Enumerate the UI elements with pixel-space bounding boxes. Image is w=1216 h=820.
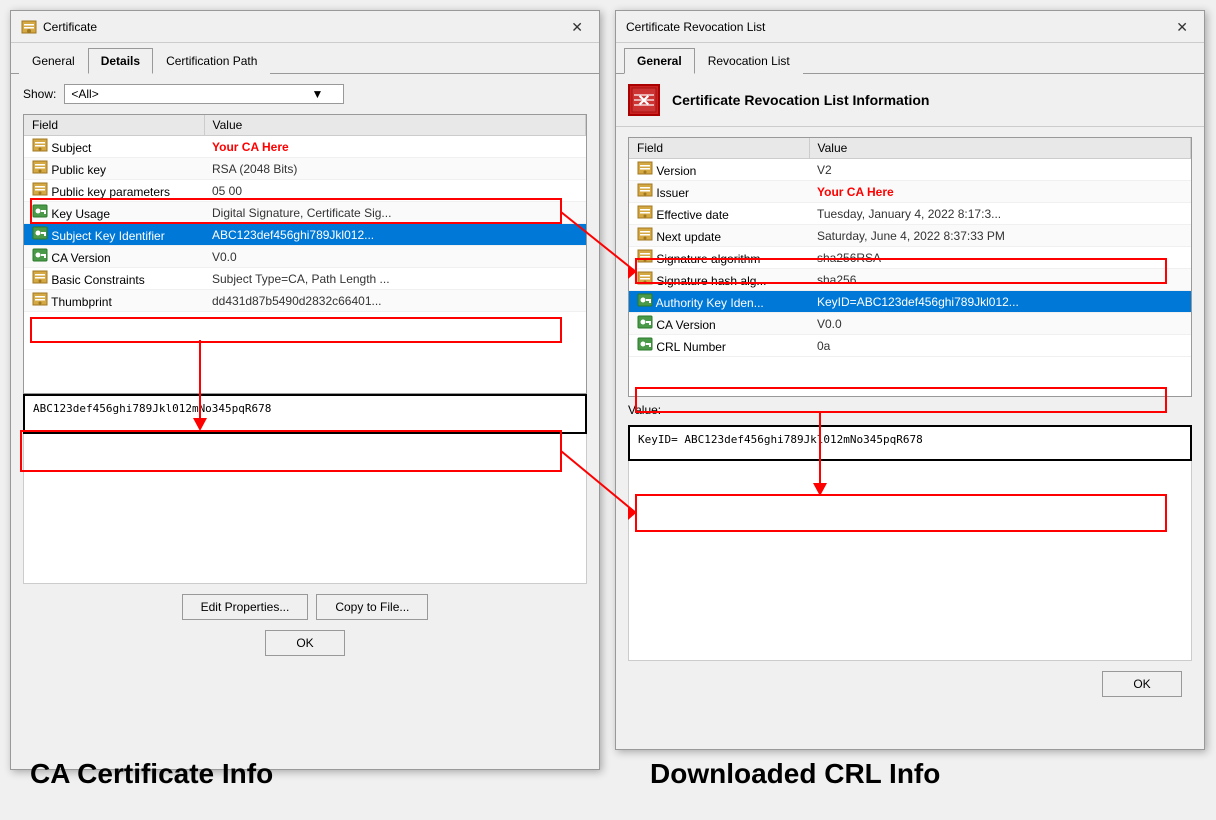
crl-value-cell: Your CA Here <box>809 181 1191 203</box>
crl-info-header: ✕ Certificate Revocation List Informatio… <box>616 74 1204 127</box>
crl-title-bar-left: Certificate Revocation List <box>626 20 765 34</box>
crl-value-cell: V2 <box>809 159 1191 181</box>
show-value: <All> <box>71 87 98 101</box>
crl-value-cell: 0a <box>809 335 1191 357</box>
crl-value-label: Value: <box>628 403 1192 417</box>
edit-properties-button[interactable]: Edit Properties... <box>182 594 309 620</box>
crl-field-column-header: Field <box>629 138 809 159</box>
crl-dialog-title: Certificate Revocation List <box>626 20 765 34</box>
crl-cert-icon: ✕ <box>630 86 658 114</box>
value-cell: RSA (2048 Bits) <box>204 158 586 180</box>
value-cell: Your CA Here <box>204 136 586 158</box>
certificate-dialog: Certificate ✕ General Details Certificat… <box>10 10 600 770</box>
crl-value-extended-area <box>628 461 1192 661</box>
crl-info-title: Certificate Revocation List Information <box>672 92 929 108</box>
crl-value-column-header: Value <box>809 138 1191 159</box>
crl-dialog-content: Field Value Version V2 Issuer Your CA He… <box>616 127 1204 707</box>
crl-title-bar: Certificate Revocation List ✕ <box>616 11 1204 43</box>
field-column-header: Field <box>24 115 204 136</box>
crl-tabs: General Revocation List <box>616 43 1204 74</box>
cert-value-extended-area <box>23 434 587 584</box>
show-dropdown[interactable]: <All> ▼ <box>64 84 344 104</box>
value-cell: ABC123def456ghi789Jkl012... <box>204 224 586 246</box>
certificate-title-bar: Certificate ✕ <box>11 11 599 43</box>
copy-to-file-button[interactable]: Copy to File... <box>316 594 428 620</box>
show-label: Show: <box>23 87 56 101</box>
right-bottom-label: Downloaded CRL Info <box>650 758 940 790</box>
crl-value-box: KeyID= ABC123def456ghi789Jkl012mNo345pqR… <box>628 425 1192 461</box>
cert-ok-button[interactable]: OK <box>265 630 345 656</box>
field-cell: Subject <box>24 136 204 158</box>
cert-dialog-icon <box>21 19 37 35</box>
dropdown-arrow-icon: ▼ <box>311 87 323 101</box>
crl-value-text: KeyID= ABC123def456ghi789Jkl012mNo345pqR… <box>638 433 923 446</box>
crl-ok-row: OK <box>628 671 1192 697</box>
cert-value-box: ABC123def456ghi789Jkl012mNo345pqR678 <box>23 394 587 434</box>
field-cell: Key Usage <box>24 202 204 224</box>
crl-value-cell: sha256 <box>809 269 1191 291</box>
field-cell: Subject Key Identifier <box>24 224 204 246</box>
crl-field-cell: Next update <box>629 225 809 247</box>
cert-ok-row: OK <box>23 630 587 656</box>
crl-ok-button[interactable]: OK <box>1102 671 1182 697</box>
crl-field-cell: Signature hash alg... <box>629 269 809 291</box>
tab-general[interactable]: General <box>19 48 88 74</box>
title-bar-left: Certificate <box>21 19 97 35</box>
crl-field-cell: Issuer <box>629 181 809 203</box>
left-bottom-label: CA Certificate Info <box>30 758 273 790</box>
cert-dialog-content: Show: <All> ▼ Field Value Subject Your C… <box>11 74 599 666</box>
crl-field-cell: CA Version <box>629 313 809 335</box>
cert-value-text: ABC123def456ghi789Jkl012mNo345pqR678 <box>33 402 271 415</box>
crl-value-cell: V0.0 <box>809 313 1191 335</box>
crl-icon: ✕ <box>628 84 660 116</box>
value-cell: Digital Signature, Certificate Sig... <box>204 202 586 224</box>
field-cell: Basic Constraints <box>24 268 204 290</box>
crl-field-cell: Authority Key Iden... <box>629 291 809 313</box>
crl-field-cell: Version <box>629 159 809 181</box>
value-cell: V0.0 <box>204 246 586 268</box>
tab-crl-general[interactable]: General <box>624 48 695 74</box>
tab-revocation-list[interactable]: Revocation List <box>695 48 803 74</box>
tab-certification-path[interactable]: Certification Path <box>153 48 270 74</box>
crl-value-cell: KeyID=ABC123def456ghi789Jkl012... <box>809 291 1191 313</box>
value-cell: Subject Type=CA, Path Length ... <box>204 268 586 290</box>
dialog-title: Certificate <box>43 20 97 34</box>
field-cell: Public key <box>24 158 204 180</box>
show-row: Show: <All> ▼ <box>23 84 587 104</box>
field-cell: Public key parameters <box>24 180 204 202</box>
crl-value-cell: sha256RSA <box>809 247 1191 269</box>
crl-close-button[interactable]: ✕ <box>1170 18 1194 36</box>
cert-fields-table: Field Value Subject Your CA Here Public … <box>23 114 587 394</box>
value-column-header: Value <box>204 115 586 136</box>
cert-tabs: General Details Certification Path <box>11 43 599 74</box>
crl-field-cell: CRL Number <box>629 335 809 357</box>
crl-value-cell: Tuesday, January 4, 2022 8:17:3... <box>809 203 1191 225</box>
tab-details[interactable]: Details <box>88 48 153 74</box>
close-button[interactable]: ✕ <box>565 18 589 36</box>
field-cell: Thumbprint <box>24 290 204 312</box>
crl-fields-table: Field Value Version V2 Issuer Your CA He… <box>628 137 1192 397</box>
value-cell: dd431d87b5490d2832c66401... <box>204 290 586 312</box>
field-cell: CA Version <box>24 246 204 268</box>
value-cell: 05 00 <box>204 180 586 202</box>
crl-dialog: Certificate Revocation List ✕ General Re… <box>615 10 1205 750</box>
crl-field-cell: Signature algorithm <box>629 247 809 269</box>
crl-field-cell: Effective date <box>629 203 809 225</box>
crl-value-cell: Saturday, June 4, 2022 8:37:33 PM <box>809 225 1191 247</box>
cert-button-row: Edit Properties... Copy to File... <box>23 594 587 620</box>
